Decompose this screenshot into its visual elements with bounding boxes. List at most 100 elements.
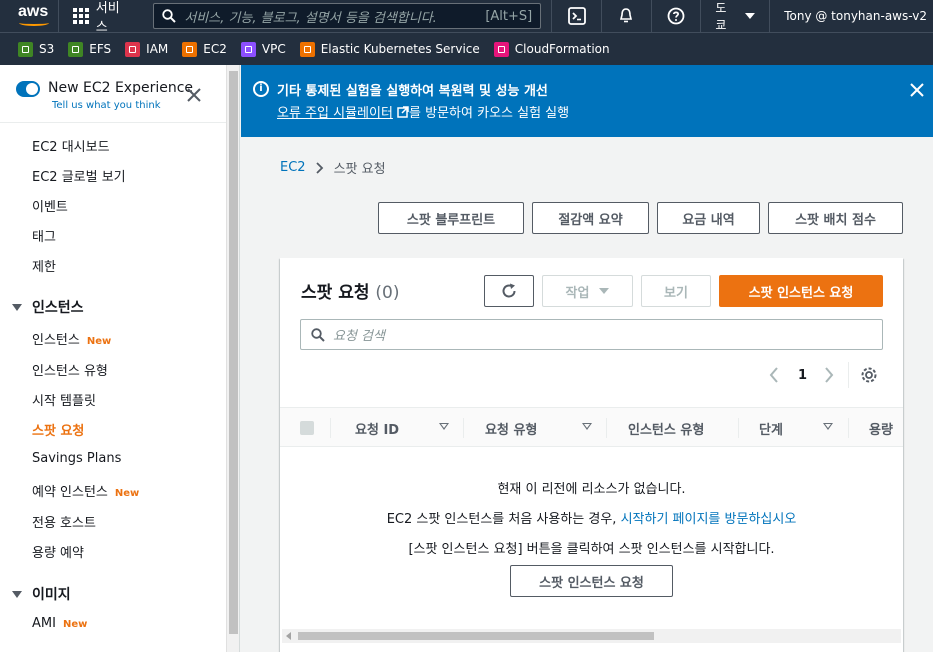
refresh-button[interactable] xyxy=(484,275,534,307)
scrollbar-thumb[interactable] xyxy=(229,71,238,634)
info-flash-banner: i 기타 통제된 실험을 실행하여 복원력 및 성능 개선 오류 주입 시뮬레이… xyxy=(241,65,933,137)
favorite-s3[interactable]: S3 xyxy=(18,41,54,57)
feedback-link[interactable]: Tell us what you think xyxy=(52,100,161,111)
services-menu-button[interactable]: 서비스 xyxy=(59,0,146,35)
caret-down-icon xyxy=(745,13,756,19)
new-experience-toggle-row: New EC2 Experience Tell us what you thin… xyxy=(0,65,239,123)
pricing-history-button[interactable]: 요금 내역 xyxy=(657,202,760,234)
service-icon xyxy=(125,41,141,57)
empty-request-spot-instances-button[interactable]: 스팟 인스턴스 요청 xyxy=(510,565,673,597)
divider xyxy=(330,418,331,438)
sidebar-item-ami[interactable]: AMI New xyxy=(32,616,87,631)
favorite-cloudformation[interactable]: CloudFormation xyxy=(493,41,610,57)
toggle-title: New EC2 Experience xyxy=(48,80,194,96)
favorite-vpc[interactable]: VPC xyxy=(240,41,286,57)
favorite-iam[interactable]: IAM xyxy=(125,41,168,57)
sidebar-item-label: 예약 인스턴스 xyxy=(32,485,108,500)
help-button[interactable] xyxy=(650,0,701,32)
select-all-checkbox[interactable] xyxy=(300,421,314,435)
sidebar-item-tags[interactable]: 태그 xyxy=(32,226,56,245)
panel-title-text: 스팟 요청 xyxy=(301,283,370,303)
region-selector[interactable]: 도쿄 xyxy=(700,0,769,32)
fault-injection-simulator-link[interactable]: 오류 주입 시뮬레이터 xyxy=(277,106,393,121)
divider xyxy=(606,418,607,438)
column-request-type[interactable]: 요청 유형 xyxy=(485,408,537,448)
sidebar-item-label: AMI xyxy=(32,616,56,631)
sidebar-item-reserved-instances[interactable]: 예약 인스턴스 New xyxy=(32,481,139,500)
account-menu[interactable]: Tony @ tonyhan-aws-v2 xyxy=(769,0,933,32)
scrollbar-thumb[interactable] xyxy=(298,632,654,640)
horizontal-scrollbar[interactable] xyxy=(282,629,901,643)
new-experience-toggle[interactable] xyxy=(16,81,40,97)
sort-icon[interactable] xyxy=(439,423,449,430)
grid-icon xyxy=(72,8,89,24)
empty-state-instruction: [스팟 인스턴스 요청] 버튼을 클릭하여 스팟 인스턴스를 시작합니다. xyxy=(408,542,775,557)
scroll-left-icon[interactable] xyxy=(286,632,291,640)
sidebar-section-images[interactable]: 이미지 xyxy=(12,584,71,604)
sidebar-item-savings-plans[interactable]: Savings Plans xyxy=(32,451,121,466)
sidebar: New EC2 Experience Tell us what you thin… xyxy=(0,65,240,652)
flash-heading: 기타 통제된 실험을 실행하여 복원력 및 성능 개선 xyxy=(277,84,548,99)
sidebar-section-instances[interactable]: 인스턴스 xyxy=(12,297,84,317)
global-search-input[interactable]: 서비스, 기능, 블로그, 설명서 등을 검색합니다. [Alt+S] xyxy=(153,3,542,29)
sidebar-item-capacity-reservations[interactable]: 용량 예약 xyxy=(32,542,84,561)
column-instance-type[interactable]: 인스턴스 유형 xyxy=(628,408,704,448)
favorite-elastic-kubernetes-service[interactable]: Elastic Kubernetes Service xyxy=(299,41,480,57)
request-spot-instances-button[interactable]: 스팟 인스턴스 요청 xyxy=(719,275,883,307)
chevron-right-icon xyxy=(315,161,323,174)
sidebar-item-ec2-dashboard[interactable]: EC2 대시보드 xyxy=(32,136,110,155)
chevron-left-icon[interactable] xyxy=(768,366,780,384)
search-icon xyxy=(162,9,177,23)
cloudshell-button[interactable] xyxy=(551,0,601,32)
sidebar-item-ec2-global-view[interactable]: EC2 글로벌 보기 xyxy=(32,166,126,185)
empty-hint-text: EC2 스팟 인스턴스를 처음 사용하는 경우, xyxy=(386,512,621,527)
getting-started-link[interactable]: 시작하기 페이지를 방문하십시오 xyxy=(621,512,797,527)
favorite-label: EC2 xyxy=(203,42,227,56)
sidebar-item-instances[interactable]: 인스턴스 New xyxy=(32,329,111,348)
actions-dropdown[interactable]: 작업 xyxy=(542,275,633,307)
savings-summary-button[interactable]: 절감액 요약 xyxy=(532,202,649,234)
close-icon[interactable] xyxy=(908,81,926,99)
new-badge: New xyxy=(86,336,112,347)
favorite-ec2[interactable]: EC2 xyxy=(182,41,227,57)
favorite-efs[interactable]: EFS xyxy=(68,41,111,57)
panel-count: (0) xyxy=(375,283,400,303)
sidebar-item-launch-templates[interactable]: 시작 템플릿 xyxy=(32,390,96,409)
sidebar-item-label: 인스턴스 xyxy=(32,333,80,348)
column-state[interactable]: 단계 xyxy=(759,408,783,448)
aws-logo-text: aws xyxy=(18,3,49,20)
new-badge: New xyxy=(62,619,88,630)
account-label: Tony @ tonyhan-aws-v2 xyxy=(784,9,927,23)
sidebar-item-limits[interactable]: 제한 xyxy=(32,256,56,275)
aws-logo[interactable]: aws xyxy=(16,0,58,32)
panel-title: 스팟 요청 (0) xyxy=(301,278,400,303)
sidebar-item-dedicated-hosts[interactable]: 전용 호스트 xyxy=(32,512,96,531)
column-capacity[interactable]: 용량 xyxy=(869,408,893,448)
close-icon[interactable] xyxy=(184,85,204,105)
chevron-right-icon[interactable] xyxy=(823,366,835,384)
sort-icon[interactable] xyxy=(823,423,833,430)
caret-down-icon xyxy=(599,288,610,294)
column-request-id[interactable]: 요청 ID xyxy=(355,408,399,448)
breadcrumb-ec2-link[interactable]: EC2 xyxy=(280,160,306,175)
divider xyxy=(463,418,464,438)
spot-blueprints-button[interactable]: 스팟 블루프린트 xyxy=(378,202,524,234)
empty-state-hint: EC2 스팟 인스턴스를 처음 사용하는 경우, 시작하기 페이지를 방문하십시… xyxy=(280,508,903,527)
page-number[interactable]: 1 xyxy=(798,366,807,384)
notifications-button[interactable] xyxy=(600,0,651,32)
sidebar-item-instance-types[interactable]: 인스턴스 유형 xyxy=(32,360,108,379)
spot-placement-score-button[interactable]: 스팟 배치 점수 xyxy=(768,202,903,234)
sidebar-item-spot-requests[interactable]: 스팟 요청 xyxy=(32,420,84,439)
breadcrumb-current: 스팟 요청 xyxy=(333,162,386,177)
sidebar-item-events[interactable]: 이벤트 xyxy=(32,196,68,215)
gear-icon[interactable] xyxy=(860,366,878,384)
service-icon xyxy=(240,41,256,57)
info-icon: i xyxy=(253,81,269,97)
sidebar-scrollbar[interactable] xyxy=(226,65,239,652)
favorite-label: CloudFormation xyxy=(514,42,610,56)
services-label: 서비스 xyxy=(95,1,120,35)
request-search-input[interactable]: 요청 검색 xyxy=(300,319,883,350)
sort-icon[interactable] xyxy=(582,423,592,430)
bell-icon xyxy=(620,8,633,23)
view-button[interactable]: 보기 xyxy=(641,275,711,307)
